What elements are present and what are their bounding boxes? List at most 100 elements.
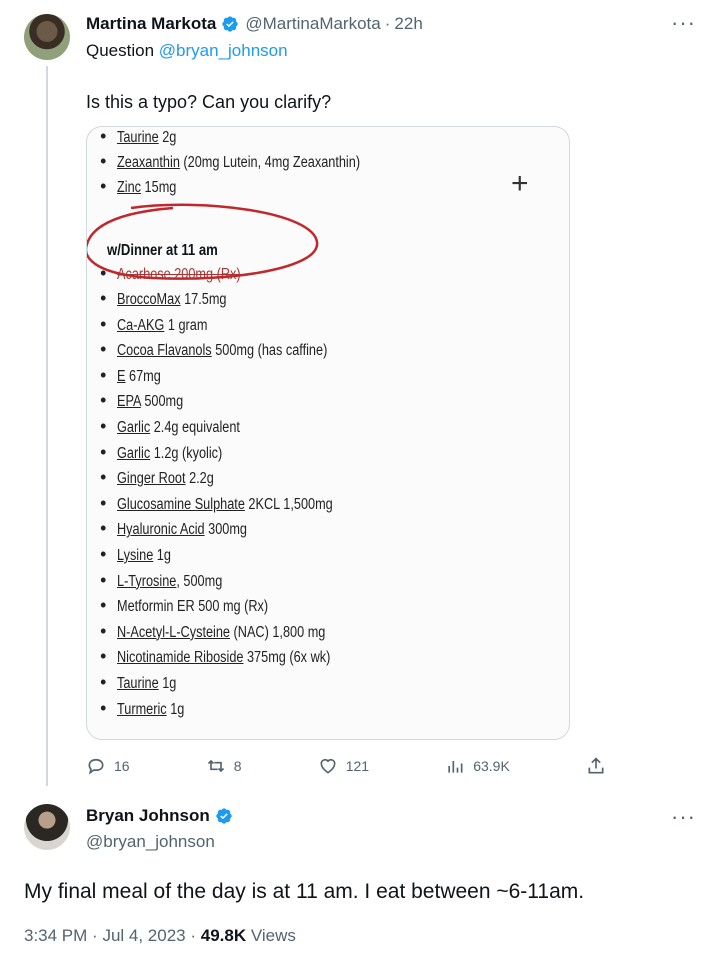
supplement-name: Hyaluronic Acid	[117, 521, 205, 539]
supplement-item: EPA 500mg	[117, 393, 183, 411]
like-count: 121	[345, 758, 370, 774]
views-button[interactable]: 63.9K	[445, 756, 510, 776]
reply-meta: 3:34 PM · Jul 4, 2023 · 49.8K Views	[24, 926, 296, 945]
supplement-dose: 17.5mg	[180, 291, 227, 308]
supplement-item: Garlic 1.2g (kyolic)	[117, 445, 222, 463]
supplement-item: L-Tyrosine, 500mg	[117, 573, 222, 591]
supplement-dose: 500mg (has caffine)	[211, 342, 328, 360]
supplement-dose: (NAC) 1,800 mg	[230, 623, 326, 641]
supplement-item: Cocoa Flavanols 500mg (has caffine)	[117, 342, 327, 360]
tweet-header: Martina Markota @MartinaMarkota · 22h	[86, 14, 423, 34]
mention-link[interactable]: @bryan_johnson	[159, 41, 288, 60]
supplement-item: Garlic 2.4g equivalent	[117, 419, 240, 437]
supplement-dose: 500mg	[140, 393, 184, 411]
reply-icon	[88, 758, 104, 775]
supplement-dose: 1 gram	[164, 316, 208, 334]
supplement-name: N-Acetyl-L-Cysteine	[117, 623, 231, 641]
supplement-name: Glucosamine Sulphate	[117, 495, 245, 513]
share-button[interactable]	[586, 756, 606, 776]
supplement-item: Taurine 1g	[117, 675, 176, 693]
retweet-button[interactable]: 8	[206, 756, 242, 776]
reply-count: 16	[114, 758, 130, 774]
like-button[interactable]: 121	[318, 756, 369, 776]
reply-date[interactable]: Jul 4, 2023	[102, 926, 185, 945]
supplement-name: BroccoMax	[117, 291, 181, 308]
tweet-actions: 16 8 121 63.9K	[86, 756, 606, 776]
reply-author-name[interactable]: Bryan Johnson	[86, 806, 210, 826]
reply-views-count: 49.8K	[200, 926, 247, 945]
heart-icon	[320, 758, 336, 774]
supplement-dose: 1g	[153, 547, 171, 564]
reply-prefix: Question	[86, 41, 155, 60]
supplement-item: Ginger Root 2.2g	[117, 470, 214, 488]
supplement-name: Zinc	[117, 179, 142, 196]
replying-to-line: Question @bryan_johnson	[86, 41, 288, 61]
supplement-dose: 1.2g (kyolic)	[150, 444, 223, 462]
author-handle[interactable]: @MartinaMarkota	[245, 14, 380, 34]
more-options-icon[interactable]: ···	[671, 12, 696, 34]
retweet-icon	[207, 759, 224, 773]
reply-author-handle[interactable]: @bryan_johnson	[86, 832, 215, 852]
supplement-dose: Metformin ER 500 mg (Rx)	[117, 598, 269, 616]
reply-more-options-icon[interactable]: ···	[671, 806, 696, 828]
supplement-item: Turmeric 1g	[117, 701, 184, 719]
supplement-name: Nicotinamide Riboside	[117, 649, 244, 667]
avatar-bryan[interactable]	[24, 804, 70, 850]
supplement-name: Ginger Root	[117, 470, 186, 488]
supplement-dose: 375mg (6x wk)	[243, 649, 331, 667]
supplement-dose: , 500mg	[176, 572, 223, 590]
supplement-name: L-Tyrosine	[117, 572, 177, 590]
analytics-icon	[448, 761, 463, 773]
reply-author-row: Bryan Johnson	[86, 806, 239, 826]
avatar-martina[interactable]	[24, 14, 70, 60]
supplement-item: Hyaluronic Acid 300mg	[117, 521, 247, 539]
dinner-heading: w/Dinner at 11 am	[107, 242, 218, 259]
supplement-dose: 2KCL 1,500mg	[244, 495, 333, 513]
reply-text: My final meal of the day is at 11 am. I …	[24, 880, 585, 903]
plus-icon: +	[511, 167, 529, 200]
separator-dot: ·	[384, 14, 391, 33]
supplement-name: Garlic	[117, 419, 151, 436]
supplement-item: Taurine 2g	[117, 129, 176, 147]
verified-badge-icon	[216, 808, 232, 824]
thread-connector-line	[46, 66, 48, 786]
reply-button[interactable]: 16	[86, 756, 130, 776]
struck-supplement-item: Acarbose 200mg (Rx)	[117, 266, 241, 284]
supplement-item: Nicotinamide Riboside 375mg (6x wk)	[117, 649, 330, 667]
supplement-item: N-Acetyl-L-Cysteine (NAC) 1,800 mg	[117, 624, 325, 642]
supplement-dose: 300mg	[204, 521, 247, 539]
supplement-item: Ca-AKG 1 gram	[117, 317, 207, 335]
supplement-name: Lysine	[117, 547, 154, 564]
supplement-name: Taurine	[117, 129, 159, 146]
supplement-name: Zeaxanthin	[117, 154, 180, 171]
supplement-name: Taurine	[117, 675, 159, 692]
view-count: 63.9K	[473, 758, 510, 774]
supplement-item: Metformin ER 500 mg (Rx)	[117, 598, 268, 616]
author-name[interactable]: Martina Markota	[86, 14, 216, 34]
supplement-item: BroccoMax 17.5mg	[117, 291, 227, 309]
reply-views-label: Views	[250, 926, 296, 945]
supplement-dose: 1g	[158, 675, 177, 692]
supplement-name: Garlic	[117, 444, 151, 462]
supplement-dose: (20mg Lutein, 4mg Zeaxanthin)	[179, 154, 361, 171]
supplement-item: Zinc 15mg	[117, 179, 176, 197]
tweet-text: Is this a typo? Can you clarify?	[86, 92, 332, 112]
supplement-item: Lysine 1g	[117, 547, 171, 565]
supplement-item: Glucosamine Sulphate 2KCL 1,500mg	[117, 496, 333, 514]
tweet-timestamp[interactable]: 22h	[394, 14, 422, 34]
verified-badge-icon	[222, 16, 239, 32]
share-icon	[588, 757, 604, 774]
supplement-item: E 67mg	[117, 368, 161, 386]
supplement-name: Ca-AKG	[117, 316, 165, 334]
retweet-count: 8	[233, 758, 242, 774]
supplement-name: EPA	[117, 393, 141, 411]
supplement-dose: 15mg	[141, 179, 177, 196]
supplement-name: Cocoa Flavanols	[117, 342, 212, 360]
supplement-dose: 2.2g	[185, 470, 214, 488]
supplement-dose: 2g	[158, 129, 177, 146]
supplement-dose: 1g	[166, 700, 185, 718]
tweet-image[interactable]: Taurine 2g Zeaxanthin (20mg Lutein, 4mg Z…	[86, 126, 570, 740]
supplement-item: Zeaxanthin (20mg Lutein, 4mg Zeaxanthin)	[117, 154, 360, 172]
supplement-name: Turmeric	[117, 700, 167, 718]
reply-time[interactable]: 3:34 PM	[24, 926, 87, 945]
